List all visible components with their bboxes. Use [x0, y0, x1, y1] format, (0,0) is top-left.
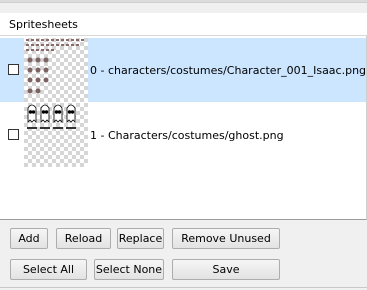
list-item[interactable]: 0 - characters/costumes/Character_001_Is… [0, 38, 366, 102]
select-none-button[interactable]: Select None [94, 259, 164, 280]
spritesheet-list[interactable]: 0 - characters/costumes/Character_001_Is… [0, 36, 367, 220]
save-button[interactable]: Save [172, 259, 280, 280]
list-header: Spritesheets [0, 13, 367, 36]
spritesheet-checkbox[interactable] [8, 64, 19, 75]
spritesheets-panel: Spritesheets 0 - characters/costumes/Cha… [0, 0, 367, 290]
spritesheet-checkbox[interactable] [8, 129, 19, 140]
add-button[interactable]: Add [10, 228, 48, 249]
isaac-sprite-thumbnail-icon [24, 38, 88, 102]
bottom-divider [0, 287, 367, 288]
top-divider [0, 0, 367, 3]
reload-button[interactable]: Reload [56, 228, 111, 249]
ghost-sprite-thumbnail-icon [24, 103, 88, 167]
spritesheet-label: 1 - Characters/costumes/ghost.png [90, 129, 284, 142]
replace-button[interactable]: Replace [117, 228, 164, 249]
list-item[interactable]: 1 - Characters/costumes/ghost.png [0, 103, 366, 167]
select-all-button[interactable]: Select All [10, 259, 87, 280]
spritesheet-label: 0 - characters/costumes/Character_001_Is… [90, 64, 367, 77]
remove-unused-button[interactable]: Remove Unused [172, 228, 280, 249]
panel-title: Spritesheets [9, 18, 78, 31]
